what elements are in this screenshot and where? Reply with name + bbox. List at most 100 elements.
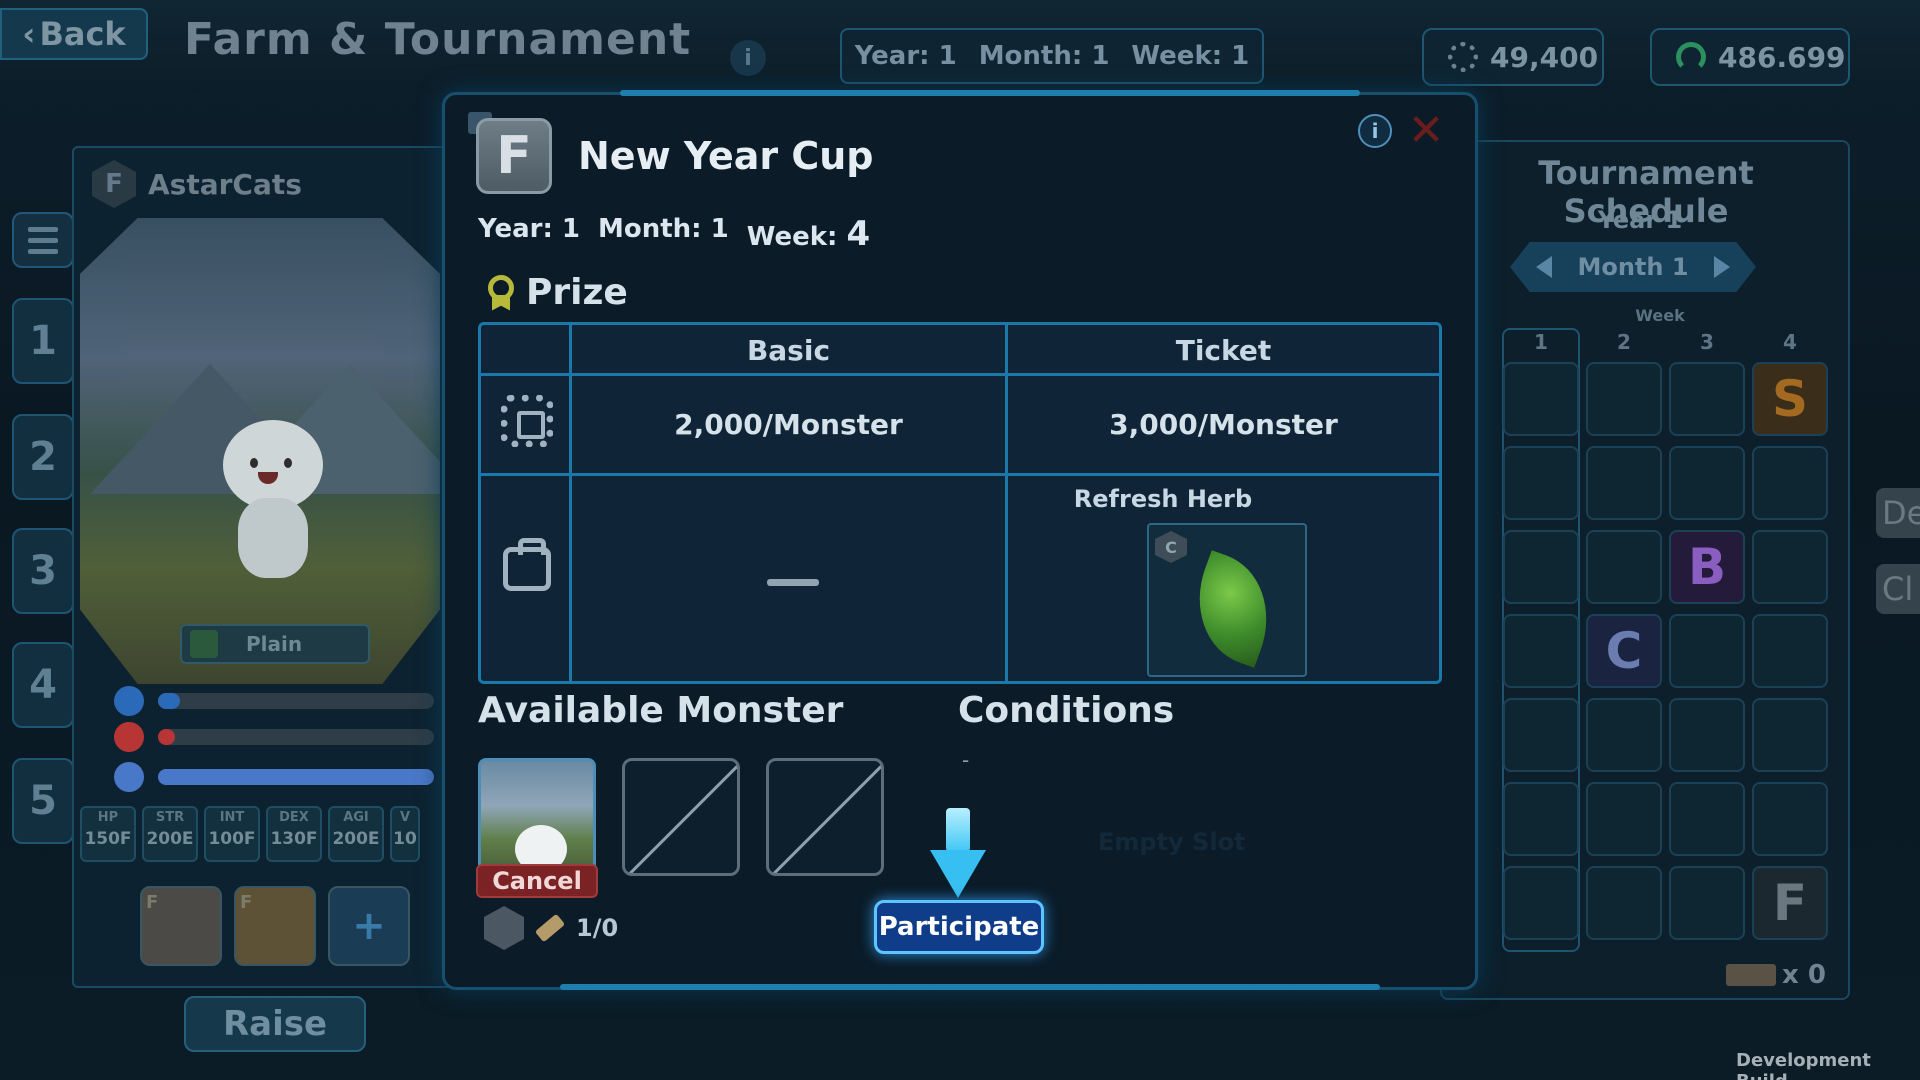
slot-tab-3[interactable]: 3: [12, 528, 74, 614]
slot-tab-4[interactable]: 4: [12, 642, 74, 728]
month-switcher: Month 1: [1510, 242, 1756, 292]
schedule-cell[interactable]: [1586, 530, 1662, 604]
add-skill-button[interactable]: +: [328, 886, 410, 966]
stat-value: 150F: [84, 829, 132, 849]
close-icon[interactable]: ✕: [1404, 105, 1448, 156]
cup-date-week-text: Week:: [746, 222, 838, 252]
schedule-cell[interactable]: [1752, 698, 1828, 772]
slot-tab-1[interactable]: 1: [12, 298, 74, 384]
no-item-dash: [767, 579, 819, 586]
participant-slot-2[interactable]: [622, 758, 740, 876]
monster-name: AstarCats: [148, 167, 302, 201]
prize-label: Prize: [526, 272, 628, 313]
stat-dex: DEX 130F: [266, 806, 322, 862]
schedule-cell[interactable]: [1503, 698, 1579, 772]
stat-key: V: [399, 810, 411, 825]
slot-tab-2[interactable]: 2: [12, 414, 74, 500]
monster-eye: [250, 458, 258, 468]
schedule-tournament-b[interactable]: B: [1669, 530, 1745, 604]
modal-info-icon[interactable]: i: [1358, 114, 1392, 148]
schedule-cell[interactable]: [1503, 362, 1579, 436]
schedule-cell[interactable]: [1669, 866, 1745, 940]
entry-ticket-count: 1/0: [484, 906, 618, 950]
stat-hp: HP 150F: [80, 806, 136, 862]
list-icon-line: [28, 237, 58, 243]
schedule-cell[interactable]: [1586, 446, 1662, 520]
ribbon-award-icon: [486, 274, 516, 311]
terrain-tag: Plain: [180, 624, 370, 664]
back-button[interactable]: ‹ Back: [0, 8, 148, 60]
schedule-cell[interactable]: [1586, 362, 1662, 436]
side-button-cl[interactable]: Cl: [1876, 564, 1920, 614]
schedule-cell[interactable]: [1752, 446, 1828, 520]
schedule-cell[interactable]: [1503, 866, 1579, 940]
schedule-cell[interactable]: [1752, 782, 1828, 856]
gold-currency: 49,400: [1422, 28, 1604, 86]
schedule-cell[interactable]: [1586, 698, 1662, 772]
schedule-cell[interactable]: [1752, 614, 1828, 688]
stat-key: DEX: [279, 810, 309, 825]
skill-slot-spark[interactable]: F: [234, 886, 316, 966]
mood-fill: [158, 693, 181, 709]
cup-rank-badge: F: [476, 118, 552, 194]
list-menu-button[interactable]: [12, 212, 74, 268]
mood-fill: [158, 769, 434, 785]
schedule-cell[interactable]: [1503, 446, 1579, 520]
raise-button[interactable]: Raise: [184, 996, 366, 1052]
stat-agi: AGI 200E: [328, 806, 384, 862]
cup-date-month: Month: 1: [597, 214, 729, 244]
game-date: Year: 1 Month: 1 Week: 1: [840, 28, 1264, 84]
stats-row: HP 150F STR 200E INT 100F DEX 130F AGI 200E V…: [80, 806, 420, 862]
monster-rank-badge: F: [92, 160, 136, 208]
month-label: Month 1: [1577, 253, 1689, 281]
green-currency: 486.699: [1650, 28, 1850, 86]
schedule-cell[interactable]: [1669, 362, 1745, 436]
schedule-tournament-f[interactable]: F: [1752, 866, 1828, 940]
prev-month-arrow-icon[interactable]: [1536, 256, 1552, 278]
schedule-cell[interactable]: [1669, 782, 1745, 856]
modal-glow-bottom: [560, 984, 1380, 990]
participate-button[interactable]: Participate: [874, 900, 1044, 954]
schedule-cell[interactable]: [1503, 530, 1579, 604]
stat-int: INT 100F: [204, 806, 260, 862]
schedule-year: Year 1: [1597, 206, 1683, 234]
mood-row-lifespan: [114, 762, 434, 792]
next-month-arrow-icon[interactable]: [1713, 256, 1730, 278]
stat-vit: V 10: [390, 806, 420, 862]
basic-money-reward: 2,000/Monster: [674, 408, 903, 441]
schedule-cell[interactable]: [1503, 782, 1579, 856]
cancel-button[interactable]: Cancel: [476, 864, 598, 898]
prize-table: Basic Ticket 2,000/Monster 3,000/Monster…: [478, 322, 1442, 684]
empty-slot-text: Empty Slot: [1098, 828, 1246, 856]
schedule-cell[interactable]: [1752, 530, 1828, 604]
stat-key: AGI: [343, 810, 369, 825]
skill-slot-claw[interactable]: F: [140, 886, 222, 966]
schedule-cell[interactable]: [1503, 614, 1579, 688]
skill-rank: F: [240, 892, 253, 913]
schedule-cell[interactable]: [1586, 782, 1662, 856]
side-button-de[interactable]: De: [1876, 488, 1920, 538]
list-icon-line: [28, 226, 58, 232]
schedule-cell[interactable]: [1669, 698, 1745, 772]
green-amount: 486.699: [1718, 40, 1846, 74]
available-monster-label: Available Monster: [478, 690, 844, 731]
schedule-cell[interactable]: [1669, 614, 1745, 688]
schedule-cell[interactable]: [1669, 446, 1745, 520]
hex-slot-icon: [484, 906, 524, 950]
schedule-cell[interactable]: [1586, 866, 1662, 940]
stat-key: STR: [155, 810, 185, 825]
participant-slot-3[interactable]: [766, 758, 884, 876]
participant-slot-1[interactable]: [478, 758, 596, 876]
date-year: Year: 1: [854, 41, 957, 71]
modal-glow-top: [620, 90, 1360, 96]
sad-face-icon: [114, 686, 144, 716]
schedule-tournament-c[interactable]: C: [1586, 614, 1662, 688]
slot-tab-5[interactable]: 5: [12, 758, 74, 844]
green-token-icon: [1676, 42, 1706, 72]
info-icon[interactable]: i: [730, 40, 766, 76]
chevron-left-icon: ‹: [22, 15, 36, 53]
development-build-label: Development Build: [1736, 1050, 1871, 1080]
item-rank-badge: C: [1155, 531, 1187, 563]
schedule-tournament-s[interactable]: S: [1752, 362, 1828, 436]
refresh-herb-item[interactable]: C: [1147, 523, 1307, 677]
